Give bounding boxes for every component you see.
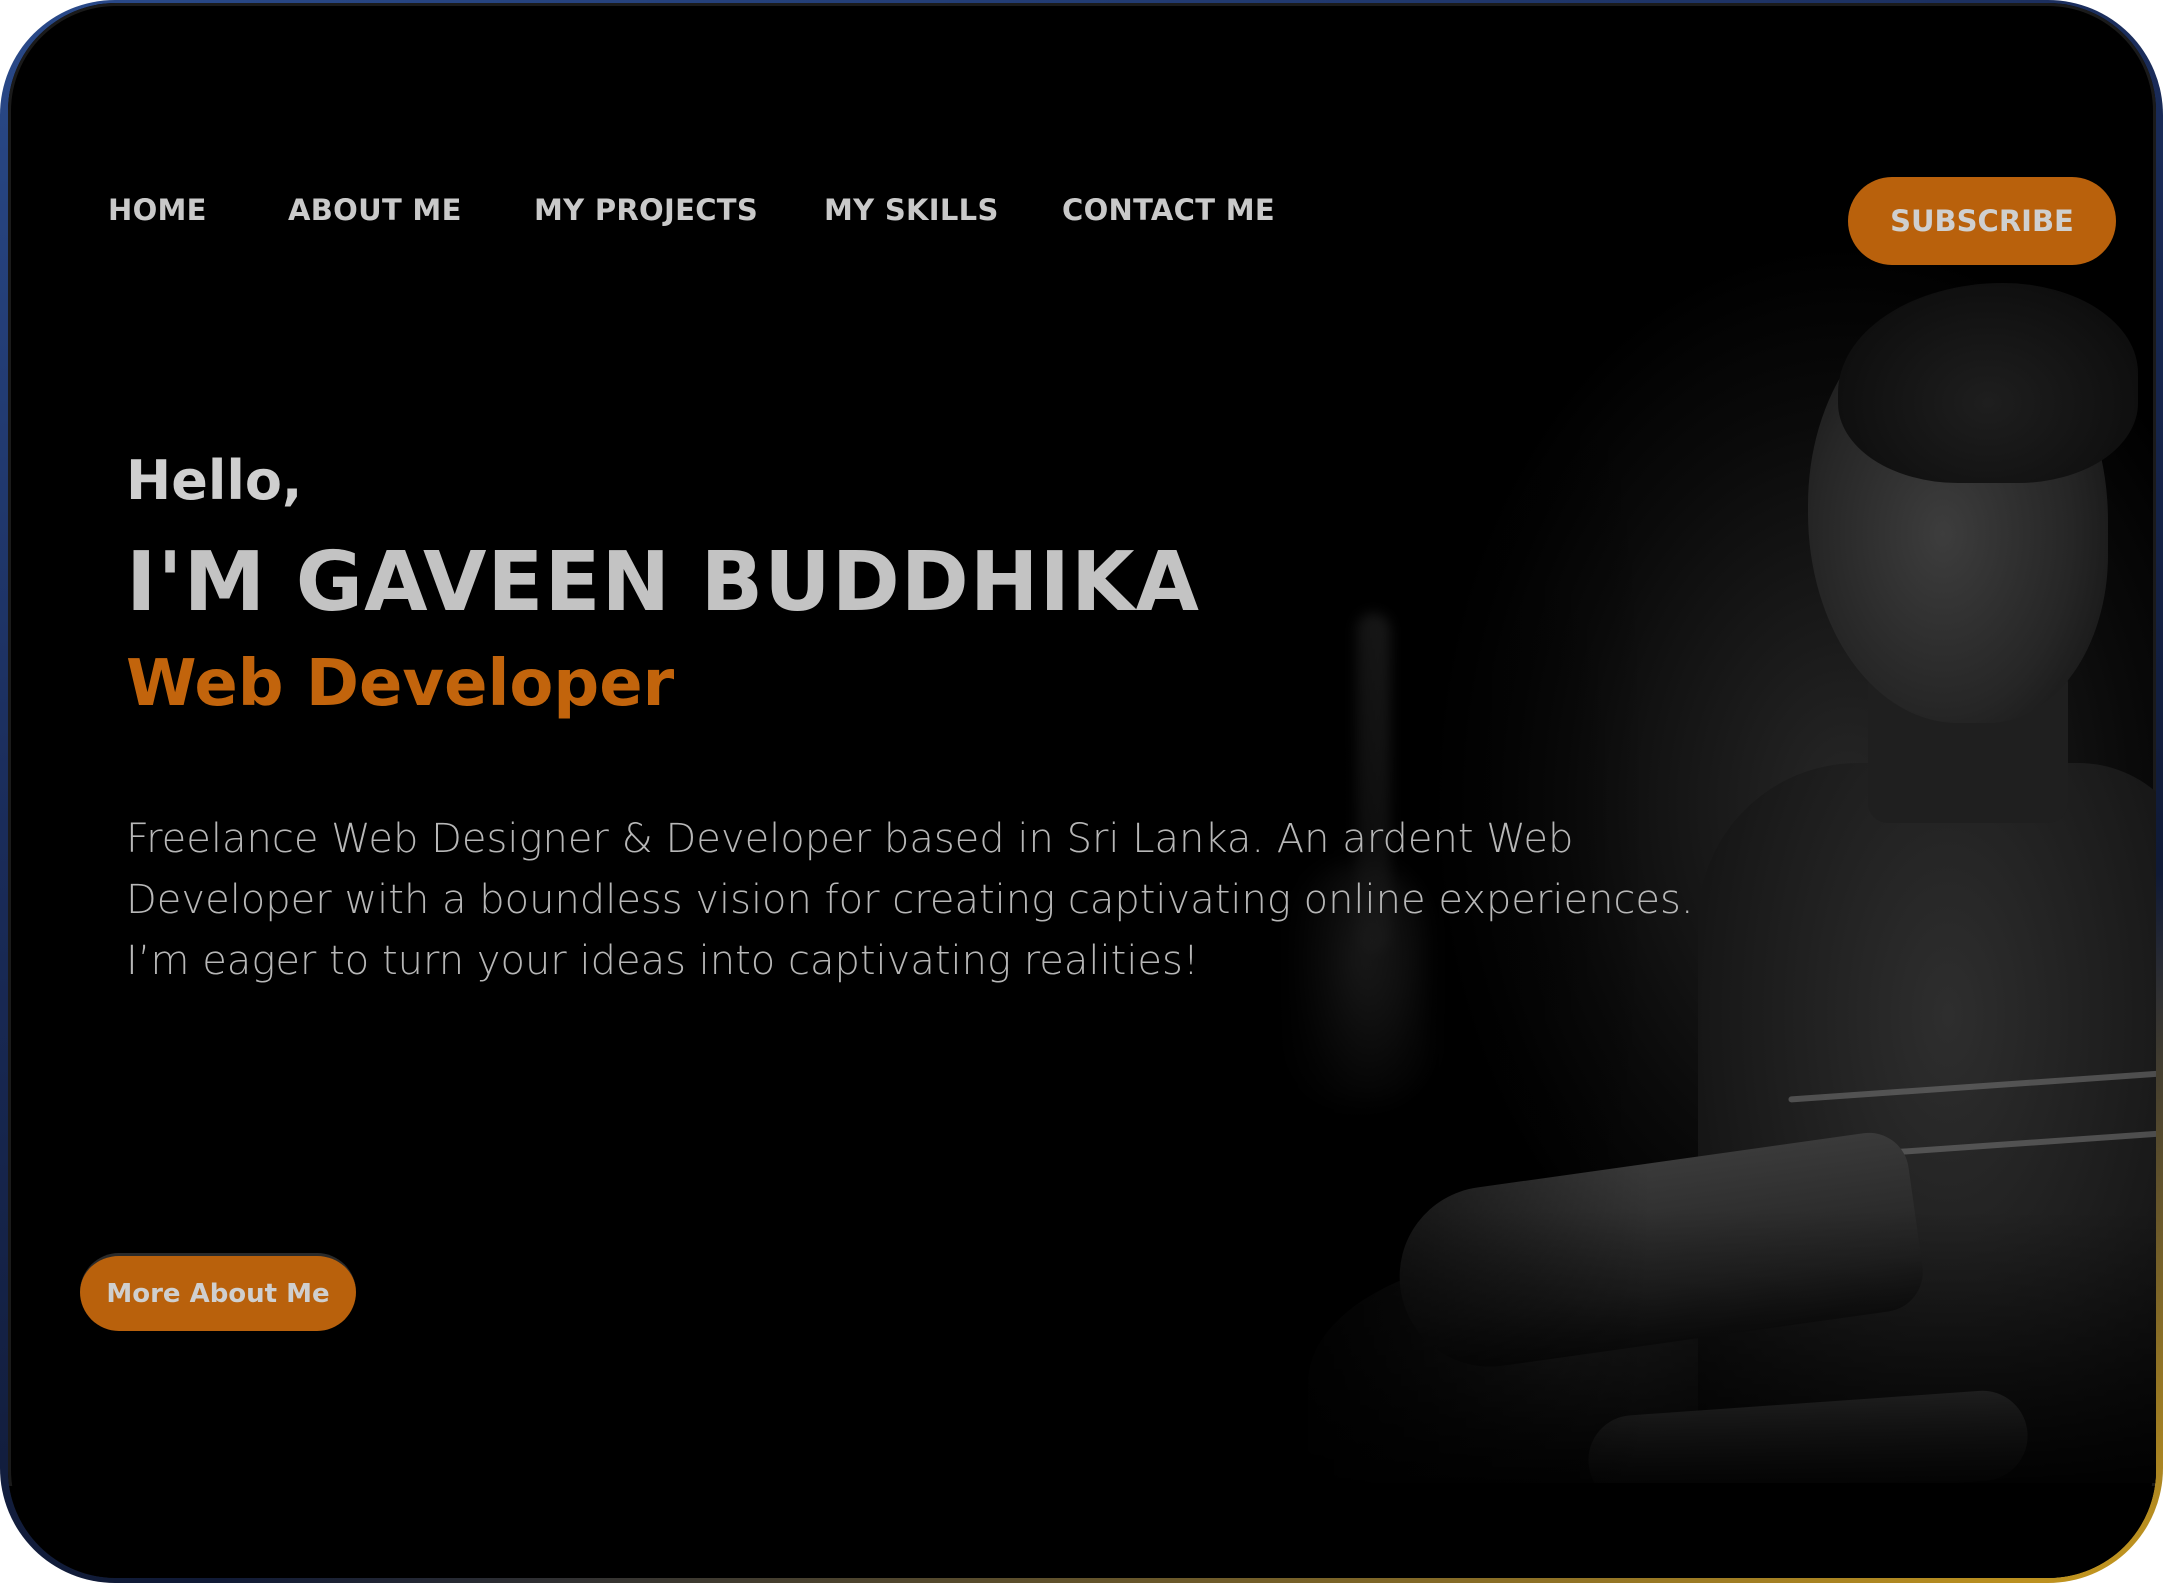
subscribe-button[interactable]: SUBSCRIBE [1848, 177, 2116, 265]
greeting-text: Hello, [126, 449, 303, 512]
nav-item-about-me[interactable]: ABOUT ME [288, 193, 462, 227]
hero-description: Freelance Web Designer & Developer based… [126, 816, 1694, 984]
nav-item-home[interactable]: HOME [108, 193, 207, 227]
device-frame: HOME ABOUT ME MY PROJECTS MY SKILLS CONT… [0, 0, 2163, 1583]
nav-item-contact-me[interactable]: CONTACT ME [1062, 193, 1275, 227]
hero-role: Web Developer [126, 647, 675, 721]
hero-name: I'M GAVEEN BUDDHIKA [126, 535, 1200, 630]
nav-item-my-skills[interactable]: MY SKILLS [824, 193, 999, 227]
nav-item-my-projects[interactable]: MY PROJECTS [534, 193, 758, 227]
page-screen: HOME ABOUT ME MY PROJECTS MY SKILLS CONT… [8, 3, 2156, 1578]
more-about-me-button[interactable]: More About Me [80, 1253, 356, 1331]
